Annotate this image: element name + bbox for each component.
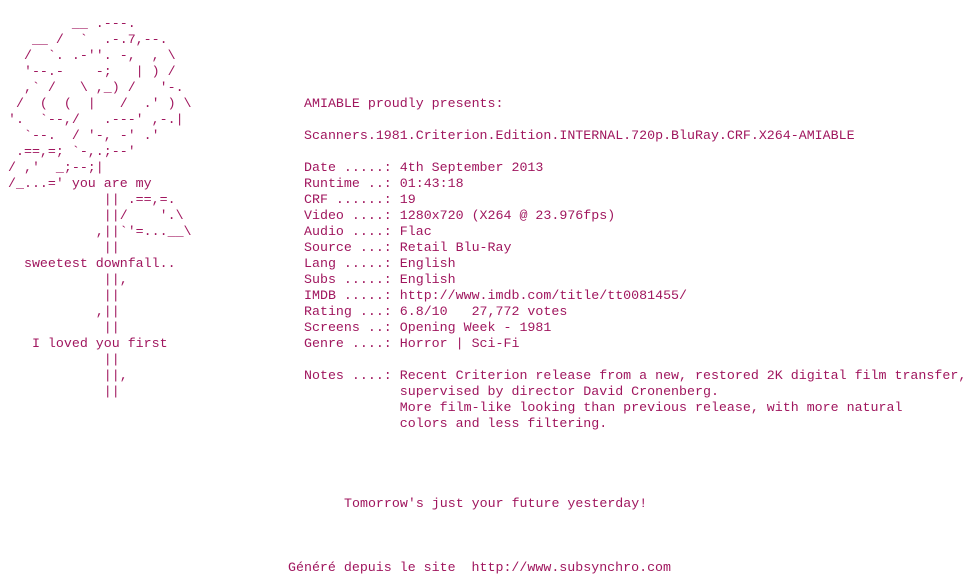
ascii-art-line: ||, bbox=[8, 368, 128, 383]
release-name: Scanners.1981.Criterion.Edition.INTERNAL… bbox=[304, 128, 855, 143]
ascii-art-line: __ .---. bbox=[8, 16, 136, 31]
ascii-art-line: .==,=; `-,.;--' bbox=[8, 144, 136, 159]
ascii-art-line: '--.- -; | ) / bbox=[8, 64, 176, 79]
ascii-art-line: / ( ( | / .' ) \ bbox=[8, 96, 192, 111]
ascii-art-line: ,` / \ ,_) / '-. bbox=[8, 80, 184, 95]
info-notes-continued: supervised by director David Cronenberg. bbox=[304, 384, 719, 399]
info-runtime: Runtime ..: 01:43:18 bbox=[304, 176, 464, 191]
info-notes-continued: More film-like looking than previous rel… bbox=[304, 400, 903, 415]
release-info: AMIABLE proudly presents: Scanners.1981.C… bbox=[304, 96, 966, 432]
ascii-art-line: || bbox=[8, 384, 120, 399]
ascii-art-line: ||, bbox=[8, 272, 128, 287]
ascii-art-line: ||/ '.\ bbox=[8, 208, 184, 223]
ascii-art-line: I loved you first bbox=[8, 336, 168, 351]
ascii-art-line: || bbox=[8, 352, 120, 367]
ascii-art-line: ,|| bbox=[8, 304, 120, 319]
ascii-art-line: sweetest downfall.. bbox=[8, 256, 176, 271]
ascii-art-line: '. `--,/ .---' ,-.| bbox=[8, 112, 184, 127]
info-source: Source ...: Retail Blu-Ray bbox=[304, 240, 512, 255]
info-lang: Lang .....: English bbox=[304, 256, 456, 271]
info-notes: Notes ....: Recent Criterion release fro… bbox=[304, 368, 967, 383]
ascii-art-line: /_...=' you are my bbox=[8, 176, 152, 191]
ascii-art-line: || bbox=[8, 240, 120, 255]
ascii-art-line: `--. / '-, -' .' bbox=[8, 128, 160, 143]
info-rating: Rating ...: 6.8/10 27,772 votes bbox=[304, 304, 568, 319]
ascii-art-line: / ,' _;--;| bbox=[8, 160, 104, 175]
ascii-art-figure: __ .---. __ / ` .-.7,--. / `. .-''. -, ,… bbox=[8, 16, 192, 400]
info-imdb: IMDB .....: http://www.imdb.com/title/tt… bbox=[304, 288, 688, 303]
ascii-art-line: || bbox=[8, 320, 120, 335]
ascii-art-line: ,||`'=...__\ bbox=[8, 224, 192, 239]
tagline: Tomorrow's just your future yesterday! bbox=[344, 496, 648, 511]
release-intro: AMIABLE proudly presents: bbox=[304, 96, 504, 111]
ascii-art-line: / `. .-''. -, , \ bbox=[8, 48, 176, 63]
info-video: Video ....: 1280x720 (X264 @ 23.976fps) bbox=[304, 208, 616, 223]
info-crf: CRF ......: 19 bbox=[304, 192, 416, 207]
ascii-art-line: || .==,=. bbox=[8, 192, 176, 207]
ascii-art-line: || bbox=[8, 288, 120, 303]
info-notes-continued: colors and less filtering. bbox=[304, 416, 608, 431]
info-screens: Screens ..: Opening Week - 1981 bbox=[304, 320, 552, 335]
footer-credit: Généré depuis le site http://www.subsync… bbox=[288, 560, 672, 575]
info-genre: Genre ....: Horror | Sci-Fi bbox=[304, 336, 520, 351]
info-audio: Audio ....: Flac bbox=[304, 224, 432, 239]
ascii-art-line: __ / ` .-.7,--. bbox=[8, 32, 168, 47]
info-subs: Subs .....: English bbox=[304, 272, 456, 287]
info-date: Date .....: 4th September 2013 bbox=[304, 160, 544, 175]
